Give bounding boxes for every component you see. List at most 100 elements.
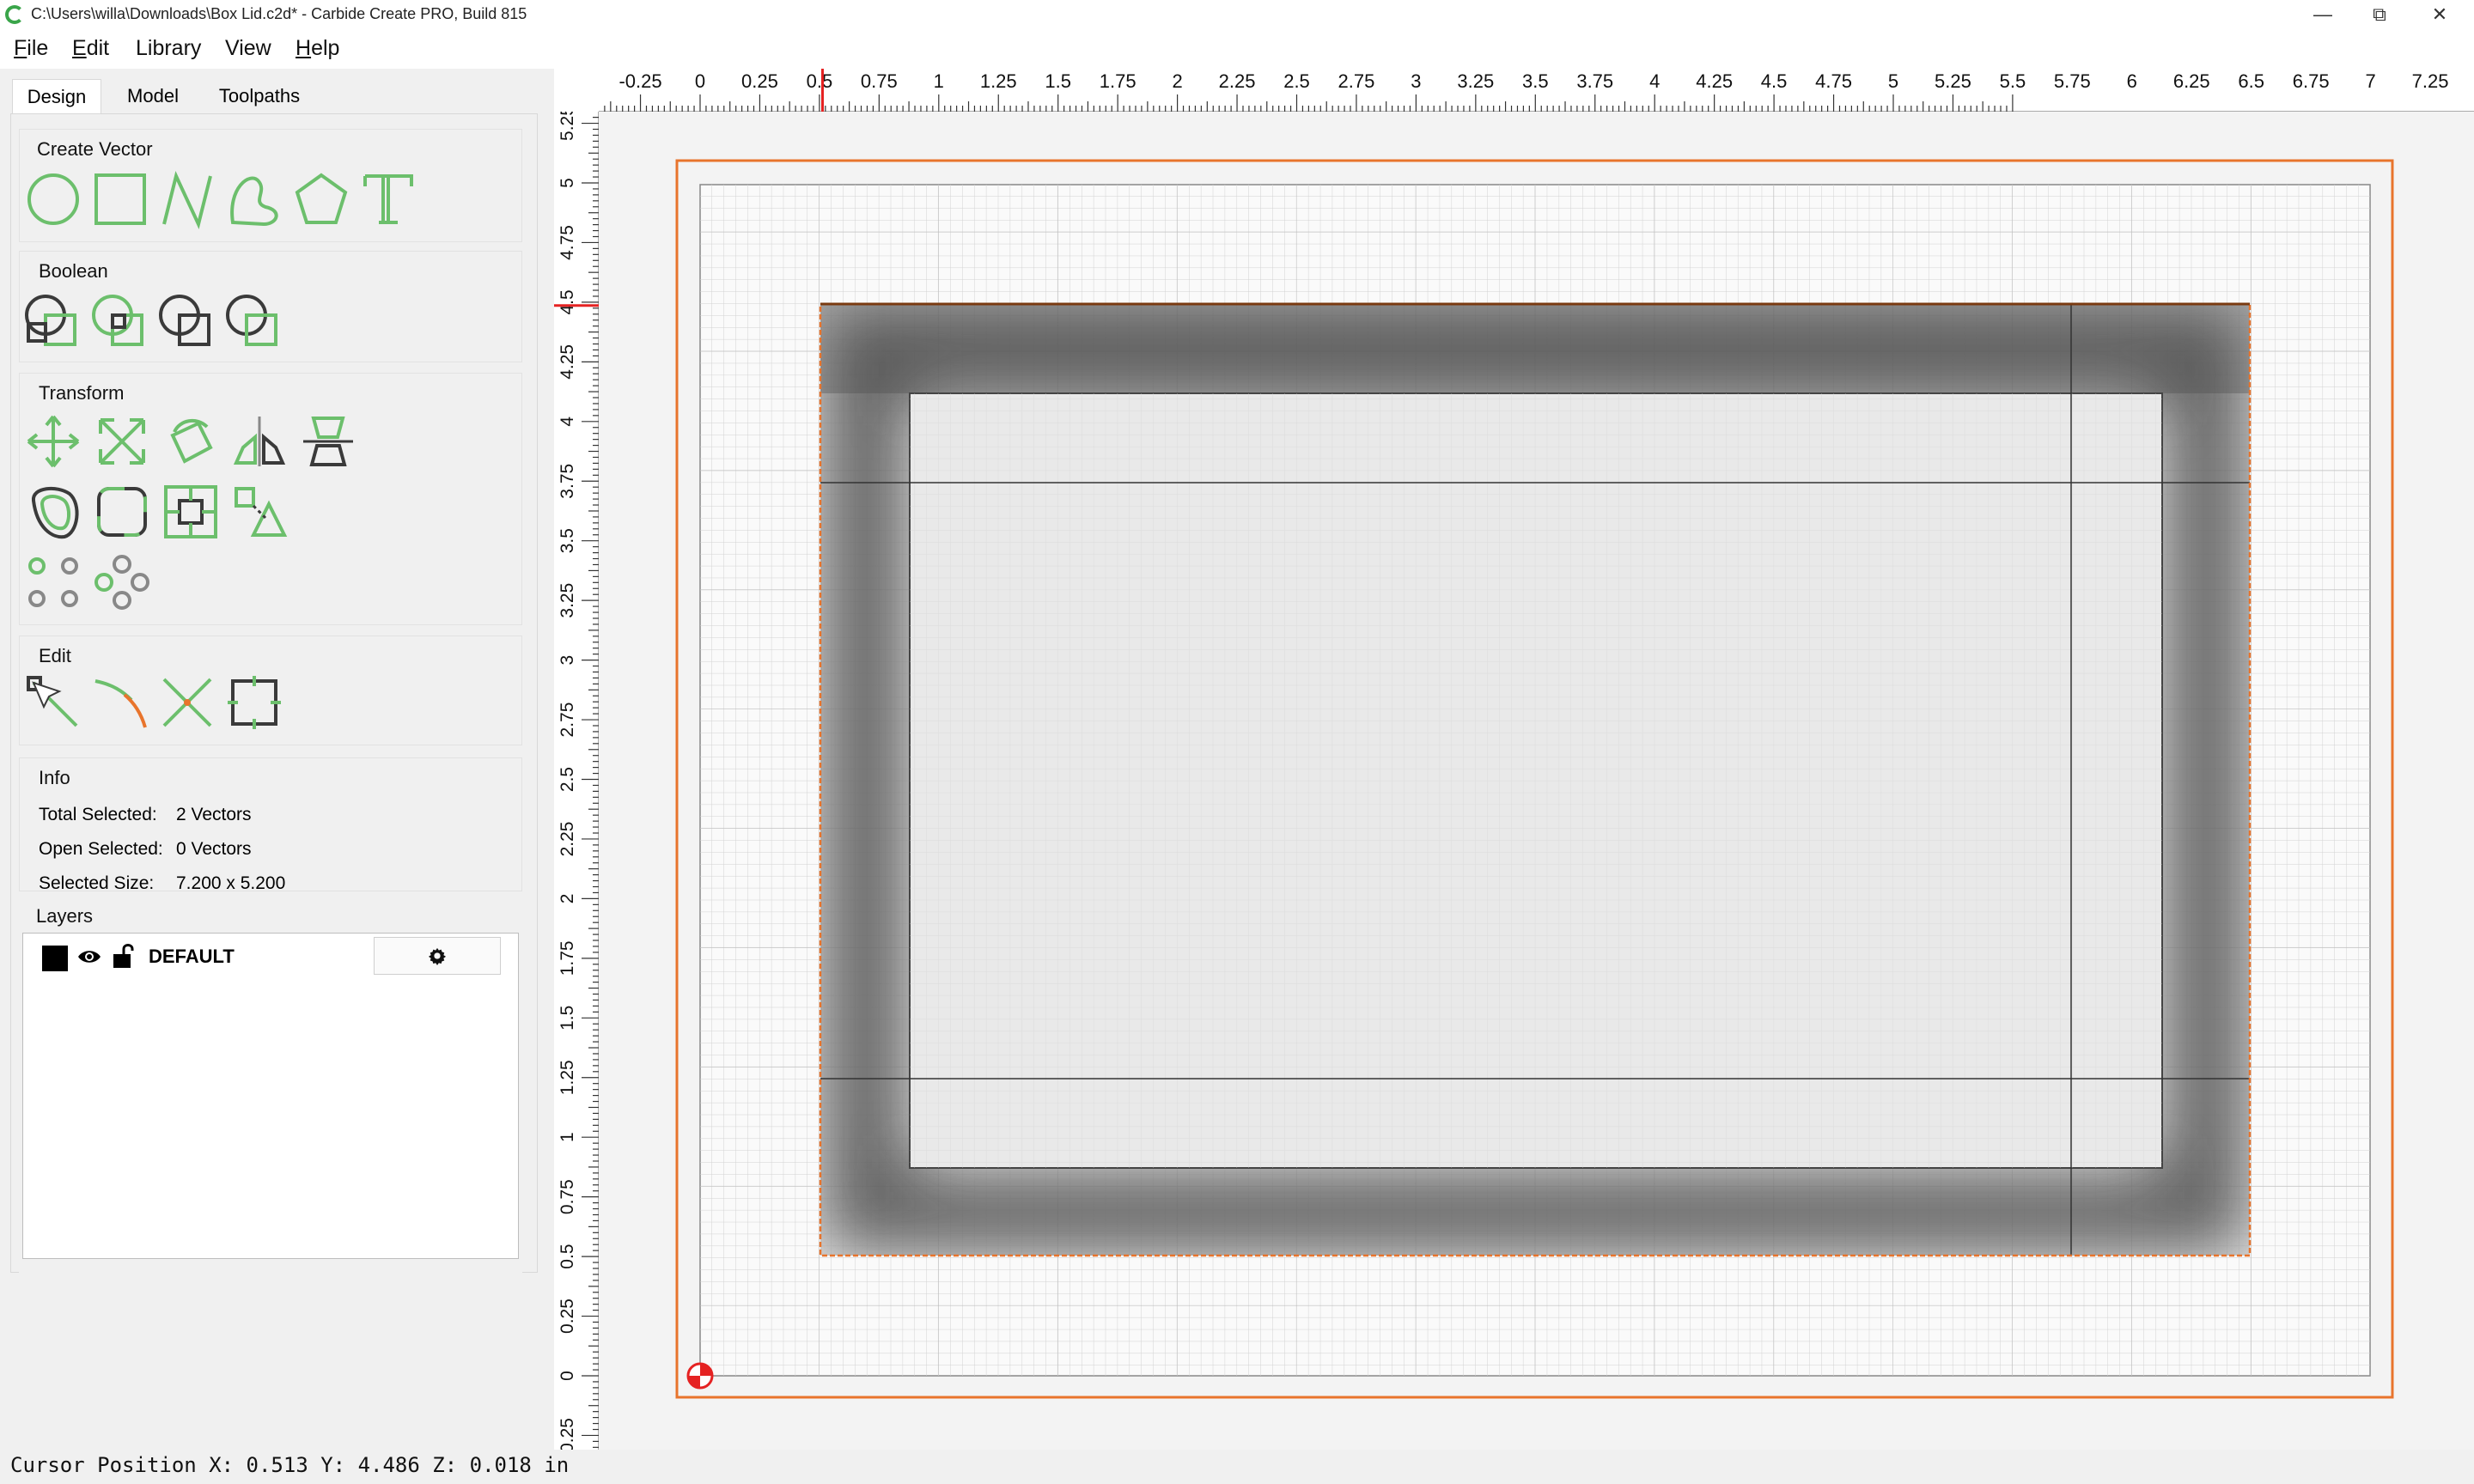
circular-array-icon[interactable] <box>23 552 83 612</box>
title-bar: C:\Users\willa\Downloads\Box Lid.c2d* - … <box>0 0 2474 29</box>
v-ruler-label: 4.75 <box>558 225 577 260</box>
h-ruler-label: 4.25 <box>1696 70 1733 92</box>
v-ruler-label: 2.5 <box>558 767 577 792</box>
info-group: Info Total Selected: 2 Vectors Open Selec… <box>19 757 522 893</box>
join-icon[interactable] <box>161 482 221 542</box>
v-ruler-label: 1.5 <box>558 1006 577 1031</box>
transform-title: Transform <box>39 382 125 404</box>
v-ruler-label: 1 <box>558 1132 577 1142</box>
menu-help[interactable]: Help <box>296 36 339 61</box>
v-ruler-label: 0.75 <box>558 1179 577 1214</box>
align-icon[interactable] <box>298 411 358 471</box>
info-open-selected: Open Selected: 0 Vectors <box>39 839 252 859</box>
info-total-selected: Total Selected: 2 Vectors <box>39 805 252 824</box>
design-canvas[interactable] <box>599 112 2474 1450</box>
eye-icon[interactable] <box>76 944 102 970</box>
intersect-icon[interactable] <box>155 291 216 351</box>
layer-name: DEFAULT <box>149 946 235 967</box>
fillet-icon[interactable] <box>92 482 152 542</box>
layer-settings-button[interactable] <box>374 937 501 975</box>
rectangle-icon[interactable] <box>90 169 150 229</box>
layers-list: DEFAULT <box>22 933 519 1259</box>
horizontal-ruler[interactable]: -0.25 0 0.25 0.5 0.75 1 1.25 1.5 1.75 2 2.25 2.5 2.7… <box>599 69 2474 112</box>
v-ruler-label: 0 <box>558 1371 577 1381</box>
ruler-corner <box>554 69 599 112</box>
layer-color-swatch[interactable] <box>42 946 68 971</box>
info-title: Info <box>39 767 70 788</box>
h-ruler-label: 6.25 <box>2173 70 2210 92</box>
h-ruler-label: 5 <box>1888 70 1898 92</box>
origin-marker-icon <box>686 1362 714 1390</box>
tab-design[interactable]: Design <box>12 79 101 113</box>
h-ruler-label: 2 <box>1172 70 1182 92</box>
menu-bar: File Edit Library View Help <box>0 29 2474 69</box>
move-icon[interactable] <box>23 411 83 471</box>
circle-icon[interactable] <box>23 169 83 229</box>
menu-edit[interactable]: Edit <box>72 36 109 61</box>
weld-icon[interactable] <box>222 291 283 351</box>
h-ruler-label: 4.5 <box>1761 70 1788 92</box>
canvas-drawing <box>675 159 2394 1399</box>
polygon-icon[interactable] <box>291 169 351 229</box>
h-ruler-label: 1 <box>934 70 944 92</box>
v-ruler-label: 2.25 <box>558 822 577 857</box>
offset-icon[interactable] <box>23 482 83 542</box>
edit-group: Edit <box>19 636 522 745</box>
h-ruler-label: 1.25 <box>980 70 1017 92</box>
text-icon[interactable] <box>358 169 418 229</box>
union-icon[interactable] <box>21 291 82 351</box>
v-ruler-label: 4.5 <box>558 289 577 314</box>
h-ruler-label: 6.5 <box>2238 70 2264 92</box>
v-ruler-label: 1.25 <box>558 1060 577 1095</box>
h-ruler-label: 3.75 <box>1576 70 1613 92</box>
h-ruler-label: 7 <box>2365 70 2375 92</box>
v-ruler-label: 4.25 <box>558 344 577 380</box>
h-ruler-label: 4 <box>1649 70 1660 92</box>
h-ruler-label: 5.5 <box>2000 70 2026 92</box>
v-ruler-label: 4 <box>558 417 577 427</box>
rotate-icon[interactable] <box>161 411 221 471</box>
grid-array-icon[interactable] <box>92 552 152 612</box>
menu-view[interactable]: View <box>225 36 271 61</box>
layers-title: Layers <box>36 905 94 927</box>
v-ruler-label: 0.25 <box>558 1298 577 1334</box>
v-ruler-label: 0.25 <box>558 1418 577 1450</box>
v-ruler-label: 3.5 <box>558 528 577 553</box>
curve-icon[interactable] <box>224 169 284 229</box>
h-ruler-label: 3.25 <box>1457 70 1494 92</box>
menu-library[interactable]: Library <box>136 36 201 61</box>
window-title: C:\Users\willa\Downloads\Box Lid.c2d* - … <box>31 5 527 22</box>
h-ruler-label: 4.75 <box>1815 70 1852 92</box>
restore-button[interactable]: ⧉ <box>2345 0 2414 29</box>
subtract-icon[interactable] <box>88 291 149 351</box>
tab-toolpaths[interactable]: Toolpaths <box>204 79 314 113</box>
cut-icon[interactable] <box>157 672 217 733</box>
position-icon[interactable] <box>229 482 289 542</box>
create-vector-group: Create Vector <box>19 129 522 242</box>
app-icon <box>5 5 24 24</box>
lock-open-icon[interactable] <box>111 942 137 970</box>
v-ruler-label: 5 <box>558 178 577 188</box>
v-ruler-label: 3 <box>558 655 577 666</box>
mirror-icon[interactable] <box>229 411 289 471</box>
h-ruler-label: -0.25 <box>618 70 661 92</box>
layer-row[interactable]: DEFAULT <box>23 934 518 980</box>
vertical-ruler[interactable]: 5.25 5 4.75 4.5 4.25 4 3.75 3.5 3.25 3 2.75 2.5 2.25… <box>554 112 599 1450</box>
menu-file[interactable]: File <box>14 36 48 61</box>
edit-title: Edit <box>39 645 71 666</box>
h-ruler-label: 6 <box>2127 70 2137 92</box>
edit-bounds-icon[interactable] <box>224 672 284 733</box>
polyline-icon[interactable] <box>157 169 217 229</box>
trim-icon[interactable] <box>90 672 150 733</box>
tab-model[interactable]: Model <box>108 79 198 113</box>
v-ruler-label: 2 <box>558 894 577 904</box>
h-ruler-label: 3 <box>1411 70 1421 92</box>
close-button[interactable]: ✕ <box>2405 0 2474 29</box>
v-ruler-label: 0.5 <box>558 1244 577 1268</box>
scale-icon[interactable] <box>92 411 152 471</box>
create-vector-title: Create Vector <box>37 138 153 160</box>
h-ruler-label: 7.25 <box>2412 70 2449 92</box>
node-edit-icon[interactable] <box>23 672 83 733</box>
h-ruler-label: 5.75 <box>2054 70 2091 92</box>
transform-group: Transform <box>19 373 522 625</box>
